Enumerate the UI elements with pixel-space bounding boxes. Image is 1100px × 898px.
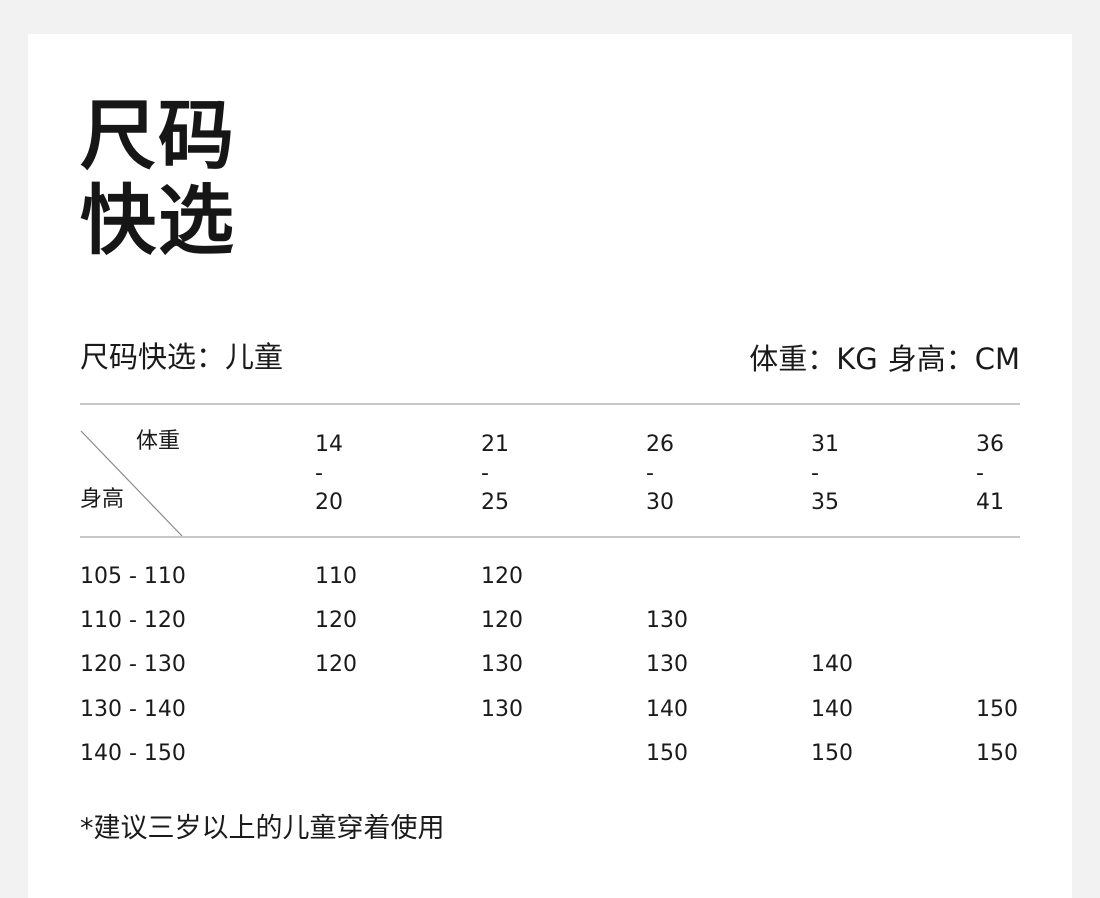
- size-category-label: 尺码快选：儿童: [80, 340, 284, 374]
- age-recommendation-note: *建议三岁以上的儿童穿着使用: [80, 813, 445, 844]
- size-cell: 120: [315, 608, 357, 633]
- weight-column-header: 31 - 35: [811, 432, 839, 515]
- table-header-divider: [80, 536, 1020, 538]
- size-cell: 150: [646, 741, 688, 766]
- size-cell: 130: [481, 697, 523, 722]
- height-range-cell: 105 - 110: [80, 564, 186, 589]
- size-cell: 140: [646, 697, 688, 722]
- size-cell: 120: [315, 652, 357, 677]
- size-cell: 140: [811, 697, 853, 722]
- size-cell: 130: [646, 608, 688, 633]
- height-unit-label: 身高：CM: [887, 342, 1020, 376]
- size-cell: 150: [976, 697, 1018, 722]
- height-range-cell: 140 - 150: [80, 741, 186, 766]
- height-range-cell: 110 - 120: [80, 608, 186, 633]
- size-cell: 120: [481, 564, 523, 589]
- size-cell: 130: [646, 652, 688, 677]
- size-cell: 150: [976, 741, 1018, 766]
- size-cell: 120: [481, 608, 523, 633]
- page-title-line-1: 尺码: [80, 91, 236, 180]
- weight-column-header: 21 - 25: [481, 432, 509, 515]
- size-cell: 140: [811, 652, 853, 677]
- weight-unit-label: 体重：KG: [749, 342, 878, 376]
- units-legend: 体重：KG 身高：CM: [749, 342, 1020, 376]
- corner-height-label: 身高: [80, 487, 125, 512]
- size-cell: 150: [811, 741, 853, 766]
- weight-column-header: 26 - 30: [646, 432, 674, 515]
- page-title-line-2: 快选: [80, 176, 236, 265]
- height-range-cell: 130 - 140: [80, 697, 186, 722]
- size-cell: 130: [481, 652, 523, 677]
- weight-column-header: 14 - 20: [315, 432, 343, 515]
- height-range-cell: 120 - 130: [80, 652, 186, 677]
- weight-column-header: 36 - 41: [976, 432, 1004, 515]
- table-top-divider: [80, 403, 1020, 405]
- corner-weight-label: 体重: [136, 429, 181, 454]
- size-cell: 110: [315, 564, 357, 589]
